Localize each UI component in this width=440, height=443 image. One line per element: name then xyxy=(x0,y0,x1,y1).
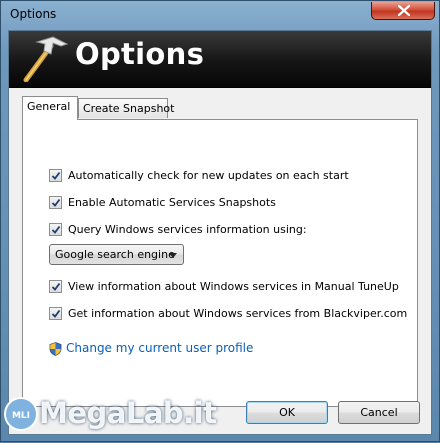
chevron-down-icon xyxy=(169,253,177,258)
close-button[interactable] xyxy=(371,2,435,20)
tab-general-label: General xyxy=(27,100,71,113)
checkmark-icon xyxy=(51,282,61,291)
tab-general[interactable]: General xyxy=(22,96,78,120)
ok-label: OK xyxy=(279,406,295,419)
megalab-logo-icon: MLI xyxy=(4,397,38,431)
manual-tuneup-label: View information about Windows services … xyxy=(68,280,399,293)
close-icon xyxy=(398,5,410,16)
query-services-label: Query Windows services information using… xyxy=(68,223,307,236)
change-profile-label: Change my current user profile xyxy=(66,341,254,355)
blackviper-label: Get information about Windows services f… xyxy=(68,307,408,320)
ok-button[interactable]: OK xyxy=(246,401,328,424)
tab-create-snapshot-label: Create Snapshot xyxy=(83,102,175,115)
cancel-label: Cancel xyxy=(360,406,398,419)
query-source-select[interactable]: Google search engine xyxy=(49,244,184,265)
watermark-text: MegaLab.it xyxy=(39,396,217,430)
cancel-button[interactable]: Cancel xyxy=(338,401,420,424)
checkmark-icon xyxy=(51,198,61,207)
query-source-value: Google search engine xyxy=(55,248,175,261)
checkmark-icon xyxy=(51,225,61,234)
watermark: MLI MegaLab.it xyxy=(1,393,217,443)
checkmark-icon xyxy=(51,171,61,180)
header-banner: Options xyxy=(9,31,431,88)
checkmark-icon xyxy=(51,309,61,318)
window-title: Options xyxy=(10,7,57,21)
checkbox-box[interactable] xyxy=(49,307,62,320)
checkbox-box[interactable] xyxy=(49,280,62,293)
svg-text:MLI: MLI xyxy=(12,411,30,421)
checkbox-box[interactable] xyxy=(49,169,62,182)
uac-shield-icon xyxy=(49,342,62,356)
checkbox-box[interactable] xyxy=(49,223,62,236)
options-window: Options Options General Create Snapshot xyxy=(0,0,440,442)
hammer-icon xyxy=(23,36,69,82)
auto-update-label: Automatically check for new updates on e… xyxy=(68,169,349,182)
auto-snapshots-label: Enable Automatic Services Snapshots xyxy=(68,196,276,209)
checkbox-box[interactable] xyxy=(49,196,62,209)
tab-create-snapshot[interactable]: Create Snapshot xyxy=(78,98,174,118)
banner-title: Options xyxy=(75,37,205,71)
dialog-body: Options General Create Snapshot Automati… xyxy=(8,30,432,435)
title-bar[interactable]: Options xyxy=(1,1,439,30)
general-panel: Automatically check for new updates on e… xyxy=(22,119,418,407)
